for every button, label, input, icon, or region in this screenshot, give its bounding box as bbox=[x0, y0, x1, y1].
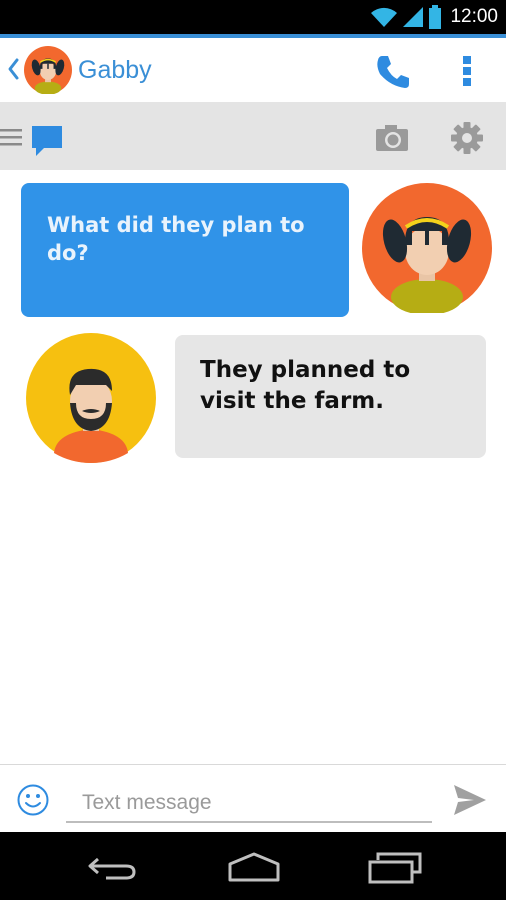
gear-icon[interactable] bbox=[450, 121, 484, 155]
message-bubble-outgoing[interactable]: They planned to visit the farm. bbox=[175, 335, 486, 458]
hamburger-icon[interactable] bbox=[0, 128, 22, 146]
avatar-gabby bbox=[362, 183, 492, 313]
camera-icon[interactable] bbox=[374, 122, 410, 154]
avatar-user bbox=[26, 333, 156, 463]
phone-icon[interactable] bbox=[374, 52, 412, 90]
message-bubble-incoming[interactable]: What did they plan to do? bbox=[21, 183, 349, 317]
chat-bubble-icon[interactable] bbox=[30, 124, 64, 158]
contact-name[interactable]: Gabby bbox=[78, 56, 152, 85]
overflow-menu-icon[interactable] bbox=[454, 52, 480, 90]
nav-bar bbox=[0, 832, 506, 900]
back-nav-icon[interactable] bbox=[86, 854, 138, 882]
signal-icon bbox=[403, 7, 424, 27]
battery-icon bbox=[429, 5, 442, 29]
composer bbox=[0, 764, 506, 832]
status-time: 12:00 bbox=[450, 6, 498, 27]
toolbar bbox=[0, 102, 506, 170]
send-icon[interactable] bbox=[452, 783, 488, 817]
chevron-left-icon[interactable] bbox=[4, 54, 22, 84]
wifi-icon bbox=[371, 7, 398, 28]
smiley-icon[interactable] bbox=[16, 783, 50, 817]
contact-avatar[interactable] bbox=[24, 46, 72, 94]
message-input[interactable] bbox=[66, 779, 432, 823]
chat-screen: 12:00 Gabby What did they plan to do? Th… bbox=[0, 0, 506, 900]
status-bar: 12:00 bbox=[0, 0, 506, 34]
recent-apps-icon[interactable] bbox=[366, 852, 422, 884]
home-nav-icon[interactable] bbox=[226, 852, 282, 882]
app-header: Gabby bbox=[0, 34, 506, 102]
status-icons: 12:00 bbox=[370, 5, 498, 29]
